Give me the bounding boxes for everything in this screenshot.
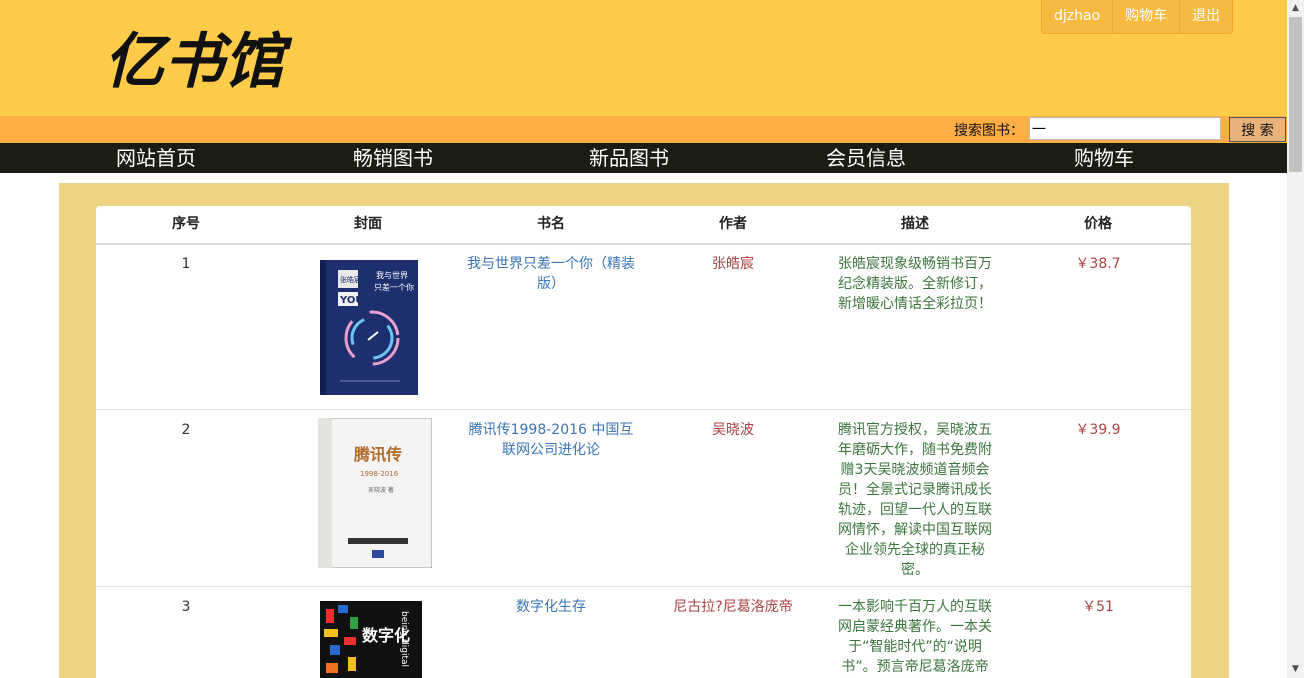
book-title-link[interactable]: 我与世界只差一个你（精装版） [466,254,636,294]
svg-text:YOU: YOU [339,295,364,306]
svg-text:只差一个你: 只差一个你 [374,282,414,292]
user-name-link[interactable]: djzhao [1042,0,1112,33]
nav-cart[interactable]: 购物车 [1074,143,1134,173]
header-title: 书名 [537,216,565,232]
row-index: 1 [181,256,191,272]
header-desc: 描述 [901,216,929,232]
book-description: 腾讯官方授权，吴晓波五年磨砺大作，随书免费附赠3天吴晓波频道音频会员！全景式记录… [838,422,992,578]
table-row: 2 腾讯传 1998-2016 吴晓波 著 腾讯传1998-2016 中国互联网… [96,410,1191,587]
book-price: ￥39.9 [1075,422,1121,438]
table-row: 3 数字化 being digital 数字化生存 尼古拉?尼葛洛庞帝 一本影响… [96,587,1191,678]
row-index: 3 [181,599,191,615]
book-price: ￥51 [1082,599,1114,615]
user-menu: djzhao 购物车 退出 [1041,0,1234,34]
book-table: 序号 封面 书名 作者 描述 价格 1 张皓宸 我与世界 只差一个你 YOU 我… [96,206,1191,678]
svg-text:1998-2016: 1998-2016 [360,470,399,478]
svg-text:我与世界: 我与世界 [376,270,408,280]
book-price: ￥38.7 [1075,256,1121,272]
nav-bestsellers[interactable]: 畅销图书 [353,143,433,173]
logout-link[interactable]: 退出 [1179,0,1232,33]
page-scrollbar[interactable]: ▲ ▼ [1287,0,1304,678]
nav-member-info[interactable]: 会员信息 [826,143,906,173]
header-index: 序号 [172,216,200,232]
nav-new-books[interactable]: 新品图书 [589,143,669,173]
book-cover-image[interactable]: 数字化 being digital [320,601,422,678]
book-author: 尼古拉?尼葛洛庞帝 [673,599,793,615]
book-description: 一本影响千百万人的互联网启蒙经典著作。一本关于“智能时代”的“说明书”。预言帝尼… [838,599,992,675]
cart-link[interactable]: 购物车 [1112,0,1179,33]
book-author: 张皓宸 [712,256,754,272]
logo-text: 亿书馆 [104,27,293,94]
book-cover-image[interactable]: 腾讯传 1998-2016 吴晓波 著 [318,418,432,568]
book-author: 吴晓波 [712,422,754,438]
svg-text:吴晓波 著: 吴晓波 著 [368,486,394,494]
scroll-down-arrow-icon[interactable]: ▼ [1287,661,1304,678]
row-index: 2 [181,422,191,438]
scroll-thumb[interactable] [1289,17,1302,172]
book-title-link[interactable]: 数字化生存 [466,597,636,617]
site-header: 亿书馆 djzhao 购物车 退出 [0,0,1287,116]
table-row: 1 张皓宸 我与世界 只差一个你 YOU 我与世界只差一个你（精装版） 张皓宸 … [96,244,1191,410]
svg-text:张皓宸: 张皓宸 [340,275,361,284]
search-input[interactable] [1029,117,1221,140]
svg-text:腾讯传: 腾讯传 [354,445,402,464]
search-bar: 搜索图书： 搜 索 [0,116,1287,143]
nav-home[interactable]: 网站首页 [116,143,196,173]
search-label: 搜索图书： [954,123,1024,139]
main-nav: 网站首页 畅销图书 新品图书 会员信息 购物车 [0,143,1287,173]
site-logo[interactable]: 亿书馆 [104,24,314,94]
search-button[interactable]: 搜 索 [1229,117,1286,142]
book-cover-image[interactable]: 张皓宸 我与世界 只差一个你 YOU [320,260,418,395]
table-header: 序号 封面 书名 作者 描述 价格 [96,206,1191,245]
svg-text:being digital: being digital [399,611,409,667]
header-author: 作者 [719,216,747,232]
header-cover: 封面 [354,216,382,232]
book-title-link[interactable]: 腾讯传1998-2016 中国互联网公司进化论 [466,420,636,460]
scroll-up-arrow-icon[interactable]: ▲ [1287,0,1304,17]
header-price: 价格 [1084,216,1112,232]
book-description: 张皓宸现象级畅销书百万纪念精装版。全新修订，新增暖心情话全彩拉页！ [838,256,992,312]
